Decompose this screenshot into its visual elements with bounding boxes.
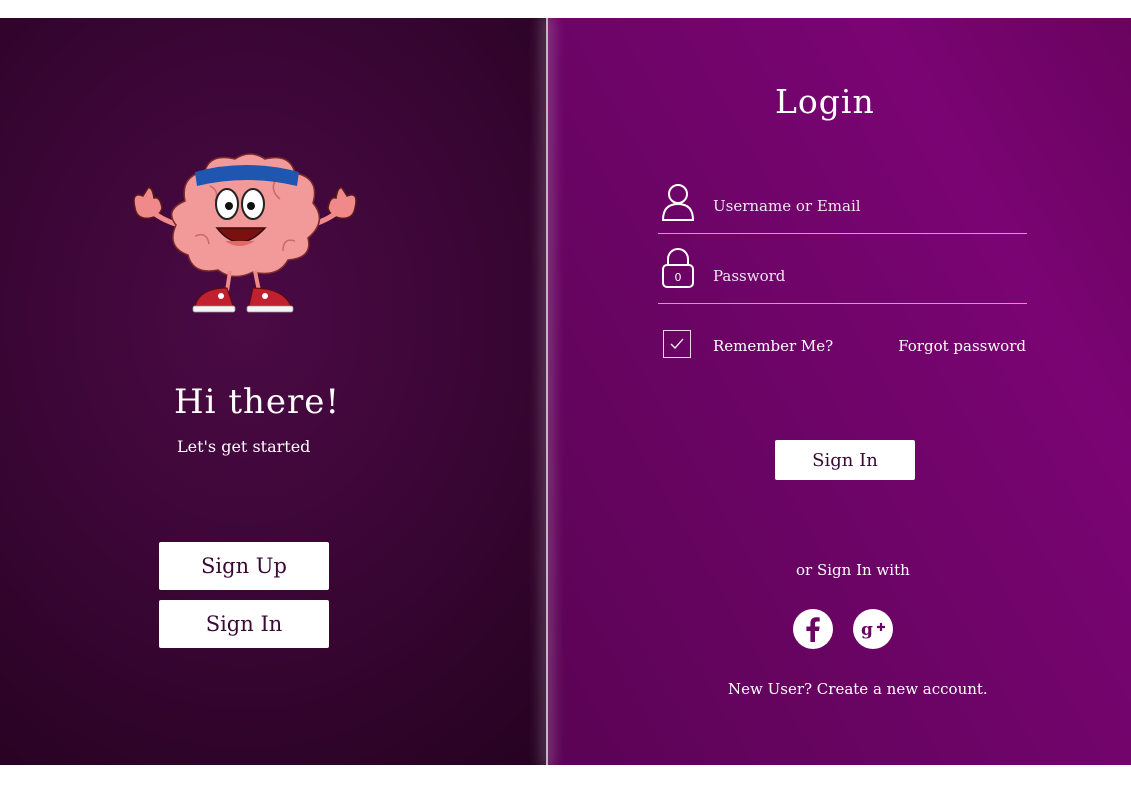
facebook-glyph	[806, 617, 820, 642]
remember-me-label: Remember Me?	[713, 337, 834, 355]
brain-mascot-icon	[133, 153, 357, 313]
password-field[interactable]: Password	[713, 267, 785, 285]
login-panel	[547, 18, 1131, 765]
lock-icon: 0	[662, 248, 694, 288]
svg-text:0: 0	[675, 271, 682, 284]
forgot-password-link[interactable]: Forgot password	[898, 337, 1026, 355]
create-account-link[interactable]: New User? Create a new account.	[728, 680, 988, 698]
signup-button[interactable]: Sign Up	[159, 542, 329, 590]
signin-button[interactable]: Sign In	[775, 440, 915, 480]
facebook-icon[interactable]	[793, 609, 833, 649]
password-underline	[658, 303, 1027, 304]
google-plus-icon[interactable]: g	[853, 609, 893, 649]
user-icon	[661, 184, 695, 221]
username-field[interactable]: Username or Email	[713, 197, 861, 215]
greeting-title: Hi there!	[174, 382, 341, 422]
check-icon	[670, 338, 684, 349]
svg-text:g: g	[861, 620, 873, 640]
welcome-signin-button[interactable]: Sign In	[159, 600, 329, 648]
remember-me-checkbox[interactable]	[663, 330, 691, 358]
username-underline	[658, 233, 1027, 234]
panel-divider	[546, 18, 548, 765]
google-plus-glyph: g	[861, 620, 885, 640]
social-signin-label: or Sign In with	[796, 561, 910, 579]
login-title: Login	[775, 82, 875, 121]
greeting-subtitle: Let's get started	[177, 437, 311, 456]
